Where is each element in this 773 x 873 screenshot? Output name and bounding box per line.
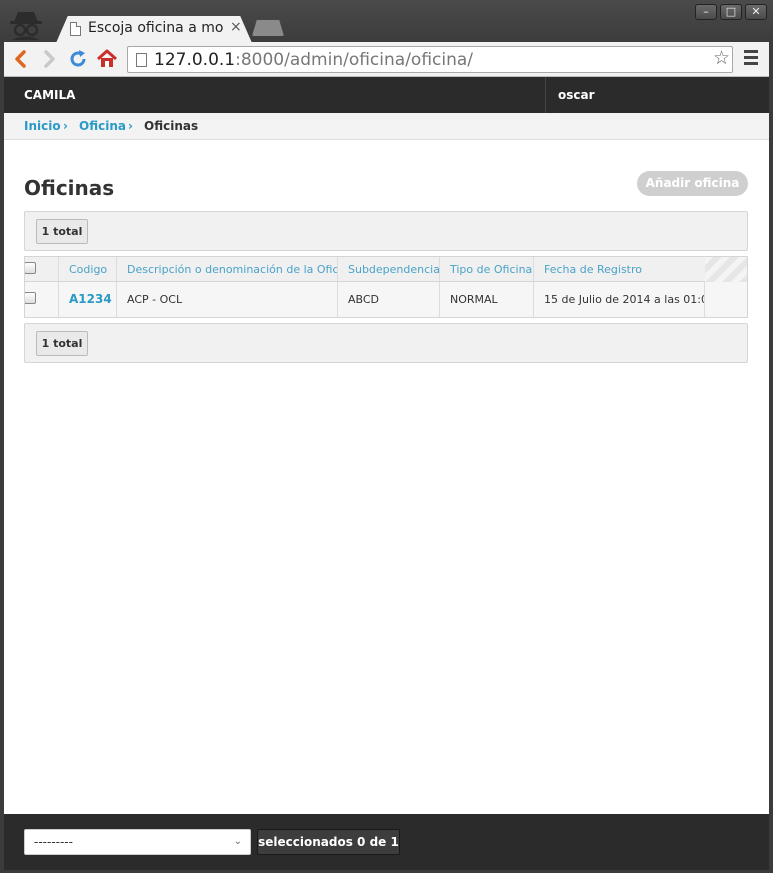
page-icon <box>70 22 81 36</box>
tab-close-icon[interactable]: × <box>230 19 242 35</box>
column-header-descripcion[interactable]: Descripción o denominación de la Oficina <box>117 257 338 281</box>
window-controls: – □ ✕ <box>695 4 767 20</box>
breadcrumb-app[interactable]: Oficina <box>79 119 126 133</box>
column-header-tipo[interactable]: Tipo de Oficina <box>440 257 534 281</box>
column-header-fecha[interactable]: Fecha de Registro <box>534 257 705 281</box>
new-tab-button[interactable] <box>252 20 284 36</box>
browser-tab[interactable]: Escoja oficina a modif × <box>56 16 252 43</box>
home-icon[interactable] <box>96 48 118 70</box>
maximize-button[interactable]: □ <box>720 4 742 20</box>
breadcrumb-separator: › <box>128 119 133 133</box>
table-row: A1234 ACP - OCL ABCD NORMAL 15 de Julio … <box>25 282 747 317</box>
minimize-button[interactable]: – <box>695 4 717 20</box>
url-path: :8000/admin/oficina/oficina/ <box>235 50 474 70</box>
breadcrumb-current: Oficinas <box>144 119 199 133</box>
cell-tipo: NORMAL <box>440 282 534 317</box>
add-oficina-button[interactable]: Añadir oficina <box>637 171 748 196</box>
page-icon <box>136 53 147 67</box>
cell-fecha: 15 de Julio de 2014 a las 01:04 <box>534 282 705 317</box>
user-menu[interactable]: oscar <box>545 77 769 113</box>
menu-icon[interactable] <box>744 50 758 68</box>
chevron-down-icon: ⌄ <box>233 836 242 847</box>
selected-count-button[interactable]: seleccionados 0 de 1 <box>257 829 400 855</box>
url-host: 127.0.0.1 <box>154 50 236 70</box>
page-title: Oficinas <box>24 176 115 200</box>
column-header-subdependencia[interactable]: Subdependencia <box>338 257 440 281</box>
admin-page: CAMILA oscar Inicio › Oficina › Oficinas… <box>4 77 769 870</box>
breadcrumb-home[interactable]: Inicio <box>24 119 61 133</box>
bookmark-star-icon[interactable]: ☆ <box>713 47 730 69</box>
forward-icon[interactable] <box>38 48 60 70</box>
top-pagination-bar: 1 total <box>24 211 748 251</box>
bottom-pagination-bar: 1 total <box>24 323 748 363</box>
column-header-codigo[interactable]: Codigo <box>59 257 117 281</box>
tab-title: Escoja oficina a modif <box>88 20 224 36</box>
cell-descripcion: ACP - OCL <box>117 282 338 317</box>
window-titlebar: Escoja oficina a modif × – □ ✕ <box>0 0 773 43</box>
results-table: Codigo Descripción o denominación de la … <box>24 256 748 318</box>
row-select-cell <box>25 282 59 317</box>
table-header: Codigo Descripción o denominación de la … <box>25 257 747 282</box>
row-checkbox[interactable] <box>25 292 36 304</box>
breadcrumb-separator: › <box>63 119 68 133</box>
codigo-link[interactable]: A1234 <box>69 292 112 306</box>
browser-toolbar: 127.0.0.1:8000/admin/oficina/oficina/ ☆ <box>4 42 769 77</box>
close-window-button[interactable]: ✕ <box>745 4 767 20</box>
admin-header: CAMILA oscar <box>4 77 769 113</box>
actions-footer: --------- ⌄ seleccionados 0 de 1 <box>4 814 769 870</box>
select-all-checkbox[interactable] <box>25 262 36 274</box>
cell-subdependencia: ABCD <box>338 282 440 317</box>
action-select[interactable]: --------- ⌄ <box>24 829 251 855</box>
breadcrumb: Inicio › Oficina › Oficinas <box>4 113 769 140</box>
incognito-icon <box>10 12 42 40</box>
reload-icon[interactable] <box>67 48 89 70</box>
total-count-button[interactable]: 1 total <box>36 219 88 244</box>
back-icon[interactable] <box>10 48 32 70</box>
total-count-button[interactable]: 1 total <box>36 331 88 356</box>
user-name[interactable]: oscar <box>558 88 595 102</box>
select-all-cell <box>25 257 59 281</box>
cell-codigo: A1234 <box>59 282 117 317</box>
url-text: 127.0.0.1:8000/admin/oficina/oficina/ <box>154 50 473 70</box>
site-brand[interactable]: CAMILA <box>24 88 75 102</box>
action-select-value: --------- <box>34 835 73 849</box>
address-bar[interactable]: 127.0.0.1:8000/admin/oficina/oficina/ ☆ <box>127 46 733 73</box>
